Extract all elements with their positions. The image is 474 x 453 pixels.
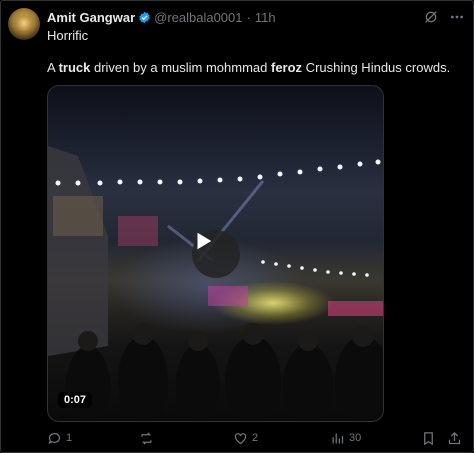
- share-icon: [448, 431, 461, 444]
- repost-icon: [141, 431, 152, 445]
- post-text-line-2: A truck driven by a muslim mohmmad feroz…: [47, 60, 450, 75]
- share-button[interactable]: [447, 429, 462, 447]
- post-text-segment: driven by a muslim mohmmad: [90, 60, 271, 75]
- author-name[interactable]: Amit Gangwar: [47, 10, 135, 25]
- reply-count: 1: [66, 432, 73, 444]
- video-player[interactable]: 0:07: [47, 85, 384, 422]
- repost-button[interactable]: [139, 429, 158, 447]
- play-icon: [197, 232, 212, 250]
- like-button[interactable]: 2: [233, 429, 258, 447]
- views-button[interactable]: 30: [330, 429, 361, 447]
- author-handle[interactable]: @realbala0001: [154, 10, 242, 25]
- post-text-bold-segment: feroz: [271, 60, 303, 75]
- post-text-segment: A: [47, 60, 59, 75]
- bookmark-icon: [424, 431, 433, 445]
- views-icon: [332, 433, 344, 443]
- separator-dot: ·: [246, 9, 251, 25]
- grok-icon[interactable]: [423, 9, 439, 25]
- like-count: 2: [252, 432, 259, 444]
- more-icon[interactable]: [449, 9, 465, 25]
- avatar[interactable]: [8, 8, 40, 40]
- play-button[interactable]: [192, 230, 240, 278]
- post-header: Amit Gangwar @realbala0001 · 11h: [47, 9, 276, 25]
- reply-button[interactable]: 1: [47, 429, 72, 447]
- post-text-line-1: Horrific: [47, 28, 89, 43]
- like-icon: [234, 432, 247, 444]
- bookmark-button[interactable]: [421, 429, 436, 447]
- post-text-bold-segment: truck: [58, 60, 91, 75]
- reply-icon: [48, 432, 61, 444]
- verified-badge-icon: [139, 11, 150, 23]
- views-count: 30: [349, 432, 362, 444]
- post-time[interactable]: 11h: [255, 10, 276, 25]
- action-bar: 1 2 30: [0, 429, 474, 447]
- video-duration: 0:07: [58, 392, 93, 408]
- post-text-segment: Crushing Hindus crowds.: [302, 60, 451, 75]
